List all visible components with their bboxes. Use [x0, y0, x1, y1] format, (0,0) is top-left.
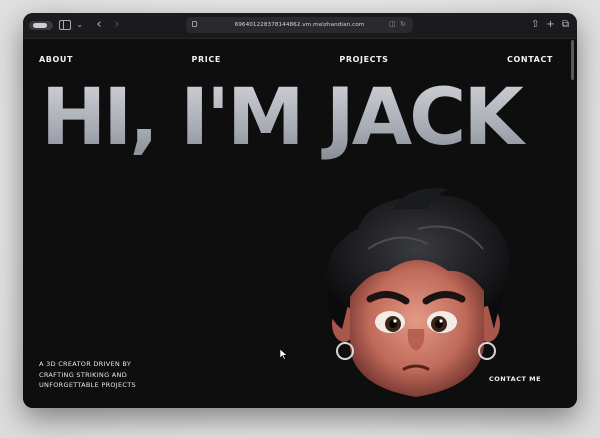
page-scrollbar[interactable]	[571, 40, 574, 80]
site-nav: ABOUT PRICE PROJECTS CONTACT	[39, 53, 553, 65]
tagline-line: CRAFTING STRIKING AND	[39, 370, 128, 379]
site-info-icon[interactable]	[192, 21, 197, 27]
address-bar-actions: ◫ ↻	[389, 20, 407, 29]
mouse-cursor-icon	[280, 349, 288, 360]
web-page: ABOUT PRICE PROJECTS CONTACT HI, I'M JAC…	[23, 39, 577, 408]
chevron-left-icon[interactable]: ‹	[96, 16, 101, 34]
nav-link-about[interactable]: ABOUT	[39, 55, 73, 64]
toolbar-actions: ⇧ + ⧉	[531, 18, 569, 32]
reload-icon[interactable]: ↻	[400, 20, 407, 29]
browser-toolbar: ⌄ ‹ › 696401228378144862.vm.meizhandian.…	[23, 13, 577, 39]
tabs-overview-icon[interactable]: ⧉	[562, 18, 569, 32]
contact-me-link[interactable]: CONTACT ME	[489, 375, 541, 383]
chevron-down-icon: ⌄	[76, 20, 83, 29]
tagline-line: UNFORGETTABLE PROJECTS	[39, 381, 136, 389]
hero-tagline: A 3D CREATOR DRIVEN BY CRAFTING STRIKING…	[39, 359, 179, 391]
history-navigation: ‹ ›	[90, 16, 126, 34]
nav-link-contact[interactable]: CONTACT	[507, 55, 553, 64]
address-bar[interactable]: 696401228378144862.vm.meizhandian.com ◫ …	[186, 17, 413, 33]
nav-link-price[interactable]: PRICE	[192, 55, 221, 64]
sidebar-toggle-button[interactable]: ⌄	[59, 18, 83, 32]
share-icon[interactable]: ⇧	[531, 18, 539, 32]
nav-link-projects[interactable]: PROJECTS	[339, 55, 388, 64]
avatar-3d-character	[326, 188, 510, 397]
url-text: 696401228378144862.vm.meizhandian.com	[234, 22, 365, 28]
window-controls[interactable]	[29, 21, 53, 30]
sidebar-icon	[59, 20, 71, 30]
plus-icon[interactable]: +	[546, 18, 554, 32]
chevron-right-icon[interactable]: ›	[114, 16, 119, 34]
hero-title: HI, I'M JACK	[41, 72, 561, 172]
translate-icon[interactable]: ◫	[389, 20, 396, 29]
tagline-line: A 3D CREATOR DRIVEN BY	[39, 360, 132, 368]
browser-window: ⌄ ‹ › 696401228378144862.vm.meizhandian.…	[23, 13, 577, 408]
